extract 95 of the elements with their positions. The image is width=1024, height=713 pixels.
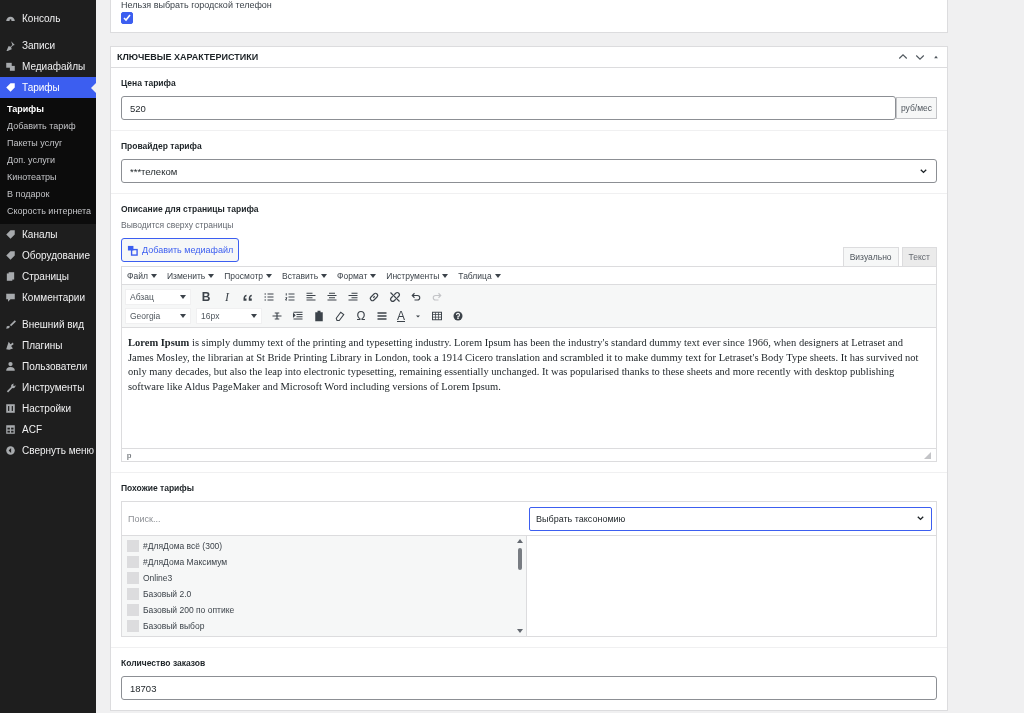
item-thumbnail: [127, 620, 139, 632]
field-label: Провайдер тарифа: [121, 141, 203, 151]
element-path: p: [127, 450, 132, 460]
menu-item[interactable]: Вставить: [282, 270, 328, 281]
editor-text[interactable]: Lorem Ipsum is simply dummy text of the printing and typesetting industry. Lorem Ipsum has been the industry's standard dummy text ever since 1966, when designers at Letraset and James Mosley, the librarian at St Bride Printing Library in London, took a 1914 Cicero translation and scrambled it to make dummy text for Letraset's Body Type sheets. It has survived not only many decades, but also the leap into electronic typesetting, remaining essentially unchanged. It was popularised thanks to these sheets and more recently with desktop publishing software like Aldus PageMaker and Microsoft Word including versions of Lorem Ipsum.: [122, 328, 936, 448]
resize-handle-icon[interactable]: [924, 451, 931, 459]
italic-button[interactable]: I: [221, 288, 233, 305]
sidebar-item[interactable]: Плагины: [0, 335, 96, 356]
sliders-icon: [5, 403, 16, 414]
choice-item[interactable]: Базовый 2.0: [143, 589, 192, 599]
sidebar-item[interactable]: Комментарии: [0, 287, 96, 308]
media-icon: [127, 244, 138, 256]
submenu-item[interactable]: Доп. услуги: [0, 152, 96, 169]
add-media-button[interactable]: Добавить медиафайл: [121, 238, 240, 262]
sidebar-item[interactable]: Тарифы: [0, 77, 96, 98]
sidebar-item[interactable]: ACF: [0, 419, 96, 440]
sidebar-item[interactable]: Внешний вид: [0, 314, 96, 335]
tag-icon: [5, 82, 16, 93]
special-character-button[interactable]: Ω: [355, 307, 367, 324]
format-select[interactable]: Абзац: [125, 288, 191, 305]
caret-down-icon: [321, 272, 328, 279]
table-icon: [5, 424, 16, 435]
panel-title: КЛЮЧЕВЫЕ ХАРАКТЕРИСТИКИ: [117, 52, 260, 62]
sidebar-item[interactable]: Пользователи: [0, 356, 96, 377]
font-size-select[interactable]: 16px: [196, 307, 262, 324]
menu-item[interactable]: Таблица: [458, 270, 501, 281]
submenu-item[interactable]: Добавить тариф: [0, 118, 96, 135]
sidebar-item[interactable]: Свернуть меню: [0, 440, 96, 461]
caret-down-icon: [251, 312, 257, 319]
field-label: Похожие тарифы: [121, 483, 196, 493]
field-label: Цена тарифа: [121, 78, 177, 88]
scrollbar[interactable]: [517, 538, 523, 634]
price-input[interactable]: 520: [121, 96, 896, 120]
submenu-item[interactable]: Пакеты услуг: [0, 135, 96, 152]
item-thumbnail: [127, 540, 139, 552]
sidebar-item[interactable]: Консоль: [0, 8, 96, 29]
search-field[interactable]: Поиск...: [122, 502, 529, 535]
tag-icon: [5, 250, 16, 261]
submenu-item[interactable]: Скорость интернета: [0, 203, 96, 220]
submenu-item[interactable]: Тарифы: [0, 101, 96, 118]
unit-label: руб/мес: [895, 97, 937, 119]
item-thumbnail: [127, 588, 139, 600]
chevron-down-icon: [919, 166, 928, 176]
menu-item[interactable]: Изменить: [166, 270, 215, 281]
menu-item[interactable]: Инструменты: [386, 270, 449, 281]
sidebar-item[interactable]: Оборудование: [0, 245, 96, 266]
brush-icon: [5, 319, 16, 330]
choice-item[interactable]: Online3: [143, 573, 173, 583]
field-label: Нельзя выбрать городской телефон: [121, 0, 273, 10]
item-thumbnail: [127, 604, 139, 616]
font-family-select[interactable]: Georgia: [125, 307, 191, 324]
submenu-item[interactable]: Кинотеатры: [0, 169, 96, 186]
item-thumbnail: [127, 572, 139, 584]
field-label: Количество заказов: [121, 658, 207, 668]
pin-icon: [5, 40, 16, 51]
item-thumbnail: [127, 556, 139, 568]
choice-item[interactable]: Базовый выбор: [143, 621, 205, 631]
text-color-button[interactable]: A: [397, 307, 405, 324]
speech-bubble-icon: [5, 292, 16, 303]
caret-down-icon: [266, 272, 273, 279]
sidebar-item[interactable]: Инструменты: [0, 377, 96, 398]
editor-tab[interactable]: Визуально: [842, 247, 899, 266]
sidebar-item[interactable]: Настройки: [0, 398, 96, 419]
taxonomy-select[interactable]: Выбрать таксономию: [529, 506, 932, 531]
field-label: Описание для страницы тарифа: [121, 204, 260, 214]
editor-tab[interactable]: Текст: [901, 247, 937, 266]
user-icon: [5, 361, 16, 372]
field-hint: Выводится сверху страницы: [121, 220, 235, 230]
sidebar-item[interactable]: Медиафайлы: [0, 56, 96, 77]
bold-button[interactable]: B: [200, 288, 212, 305]
menu-item[interactable]: Формат: [337, 270, 377, 281]
orders-input[interactable]: 18703: [121, 676, 937, 700]
tag-icon: [5, 229, 16, 240]
sidebar-item[interactable]: Записи: [0, 35, 96, 56]
pages-icon: [5, 271, 16, 282]
menu-item[interactable]: Файл: [127, 270, 157, 281]
choice-item[interactable]: #ДляДома Максимум: [143, 557, 228, 567]
choice-item[interactable]: #ДляДома всё (300): [143, 541, 223, 551]
provider-select[interactable]: ***телеком: [121, 159, 937, 183]
checkbox[interactable]: [121, 12, 133, 24]
submenu-item[interactable]: В подарок: [0, 186, 96, 203]
sidebar-item[interactable]: Страницы: [0, 266, 96, 287]
menu-item[interactable]: Просмотр: [224, 270, 273, 281]
caret-down-icon: [494, 272, 501, 279]
caret-down-icon: [208, 272, 215, 279]
sidebar-item[interactable]: Каналы: [0, 224, 96, 245]
chevron-down-icon: [916, 514, 925, 523]
collapse-circle-icon: [5, 445, 16, 456]
wrench-icon: [5, 382, 16, 393]
choice-item[interactable]: Базовый 200 по оптике: [143, 605, 235, 615]
caret-down-icon: [180, 312, 186, 319]
caret-down-icon: [180, 293, 186, 300]
caret-down-icon: [150, 272, 157, 279]
caret-down-icon: [370, 272, 377, 279]
caret-down-icon: [442, 272, 449, 279]
